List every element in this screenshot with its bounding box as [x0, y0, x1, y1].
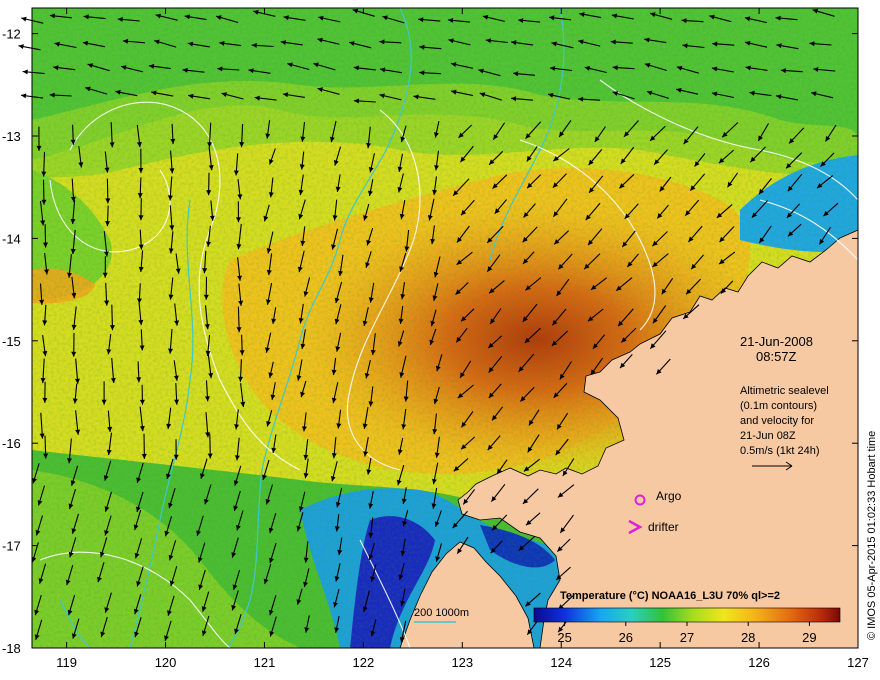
lon-tick-label: 125 [649, 655, 671, 670]
lat-tick-label: -15 [2, 334, 21, 349]
lat-tick-label: -17 [2, 539, 21, 554]
lat-tick-label: -12 [2, 27, 21, 42]
lon-tick-label: 127 [847, 655, 869, 670]
velocity-arrow-head [22, 69, 28, 75]
lat-tick-label: -14 [2, 231, 21, 246]
colorbar-tick-label: 27 [680, 630, 694, 645]
lat-tick-label: -18 [2, 641, 21, 656]
colorbar-tick-label: 25 [557, 630, 571, 645]
lat-tick-label: -13 [2, 129, 21, 144]
date-label: 21-Jun-2008 [740, 334, 813, 349]
map-figure: 119 120 121 122 123 124 125 126 127 -12 -13 -14 -15… [0, 0, 880, 680]
lon-tick-label: 126 [748, 655, 770, 670]
info-line: 21-Jun 08Z [740, 430, 796, 442]
lon-tick-label: 122 [353, 655, 375, 670]
colorbar [533, 607, 841, 623]
bathymetry-legend-label: 200 1000m [414, 607, 469, 619]
lon-tick-label: 121 [254, 655, 276, 670]
info-line: Altimetric sealevel [740, 385, 829, 397]
colorbar-tick-label: 29 [802, 630, 816, 645]
velocity-arrow-head [21, 16, 27, 22]
drifter-label: drifter [648, 520, 679, 534]
map-canvas: 119 120 121 122 123 124 125 126 127 -12 -13 -14 -15… [2, 7, 869, 670]
info-line: (0.1m contours) [740, 400, 817, 412]
lon-tick-label: 124 [550, 655, 572, 670]
argo-label: Argo [656, 489, 682, 503]
lon-tick-label: 120 [155, 655, 177, 670]
info-line: 0.5m/s (1kt 24h) [740, 445, 819, 457]
lat-tick-label: -16 [2, 436, 21, 451]
copyright-credit: © IMOS 05-Apr-2015 01:02:33 Hobart time [866, 430, 878, 640]
velocity-arrow-head [18, 44, 24, 49]
info-line: and velocity for [740, 415, 814, 427]
colorbar-tick-label: 28 [741, 630, 755, 645]
time-label: 08:57Z [756, 349, 797, 364]
colorbar-title: Temperature (°C) NOAA16_L3U 70% ql>=2 [560, 590, 780, 602]
lon-tick-label: 119 [56, 655, 77, 670]
colorbar-tick-label: 26 [619, 630, 633, 645]
lon-tick-label: 123 [451, 655, 473, 670]
